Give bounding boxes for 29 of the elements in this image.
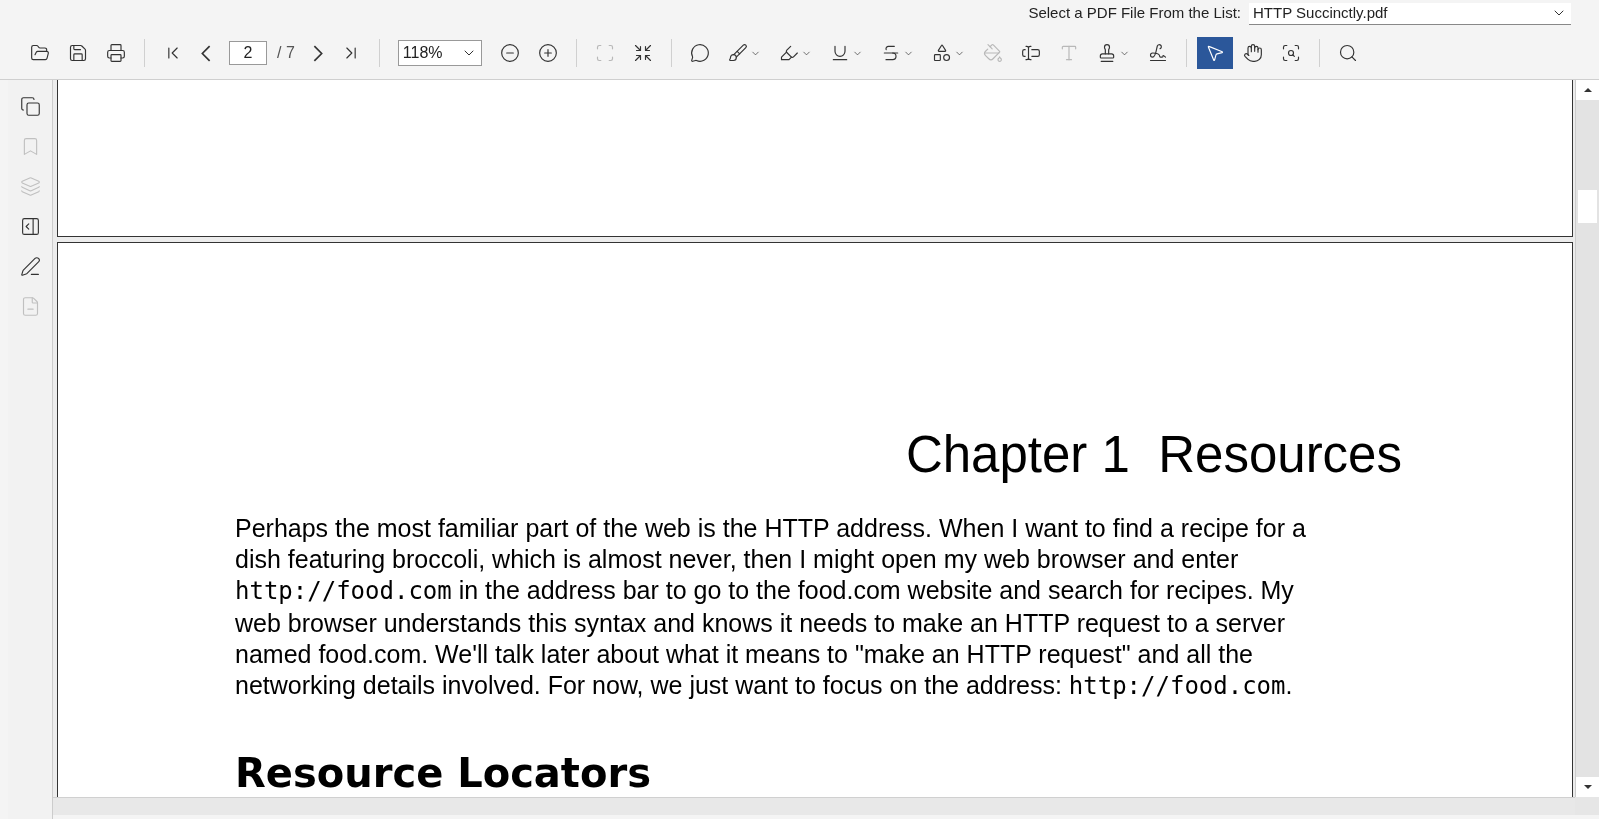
marquee-zoom-icon: [1280, 43, 1301, 63]
section-heading: Resource Locators: [235, 748, 652, 797]
pointer-button[interactable]: [1196, 37, 1233, 69]
zoom-out-icon: [499, 43, 520, 63]
page-number-field[interactable]: 2: [229, 41, 267, 65]
file-dropdown[interactable]: HTTP Succinctly.pdf: [1249, 2, 1571, 25]
shapes-icon: [931, 43, 952, 63]
chapter-title: Chapter 1 Resources: [904, 425, 1402, 485]
page-total: / 7: [277, 43, 295, 63]
paragraph: Perhaps the most familiar part of the web is the HTTP address. When I want to find a recipe for a dish featuring broccoli, which is almost never, then I might open my web browser and enter http://food.com in the address bar to go to the food.com website and search for recipes. My web browser understands this syntax and knows it needs to make an HTTP request to a server named food.com. We'll talk later about what it means to "make an HTTP request" and all the networking details involved. For now, we just want to focus on the address: http://food.com.: [235, 512, 1307, 703]
comment-icon: [689, 43, 710, 63]
signature-icon: [1147, 43, 1168, 63]
next-page-icon: [312, 44, 323, 62]
shrink-icon: [632, 43, 653, 63]
file-picker-label: Select a PDF File From the List:: [1028, 3, 1241, 24]
paint-bucket-icon: [982, 43, 1003, 63]
brush-icon: [727, 43, 748, 63]
fit-page-icon: [594, 43, 615, 63]
print-icon: [106, 43, 126, 63]
hand-icon: [1242, 43, 1263, 63]
previous-page-icon: [201, 44, 211, 62]
highlighter-icon: [778, 43, 799, 63]
zoom-dropdown[interactable]: 118%: [397, 40, 482, 66]
vertical-scrollbar[interactable]: [1575, 80, 1599, 797]
save-icon: [68, 43, 88, 63]
text-box-icon: [1020, 43, 1041, 63]
search-icon: [1337, 43, 1358, 63]
zoom-in-icon: [537, 43, 558, 63]
open-folder-icon: [30, 43, 50, 63]
